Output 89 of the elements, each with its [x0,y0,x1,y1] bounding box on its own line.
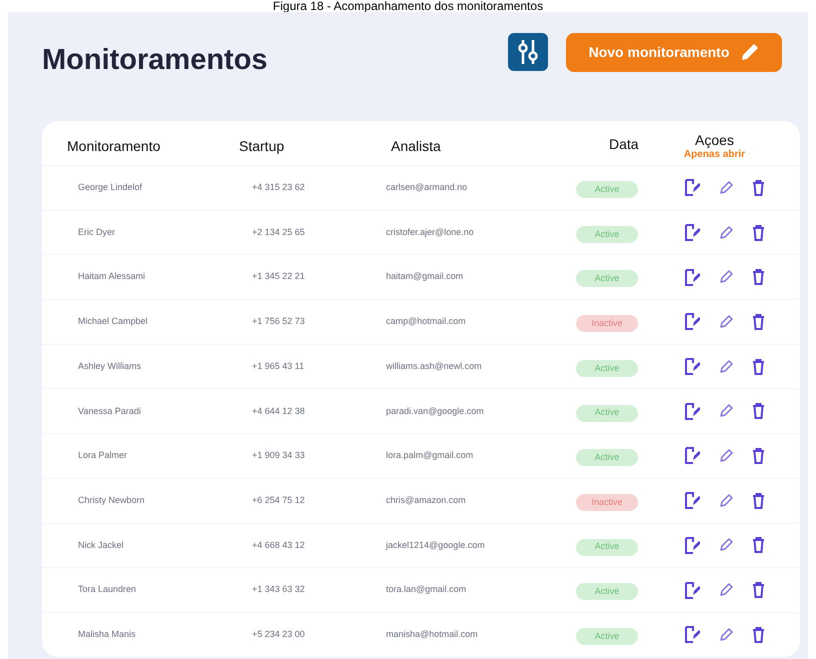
table-cell-text: Eric Dyer [78,226,116,239]
table-cell-text: camp@hotmail.com [385,315,467,328]
column-header: Data [608,134,640,154]
status-pill: Active [576,181,638,198]
status-pill: Inactive [576,315,638,332]
table-cell-text: manisha@hotmail.com [385,628,479,641]
status-pill: Active [576,404,638,422]
table-cell-text: jackel1214@google.com [384,538,486,552]
column-header: Monitoramento [67,136,162,156]
status-pill: Active [576,360,638,377]
pencil-icon[interactable] [719,314,733,329]
document-edit-icon[interactable] [684,582,700,599]
pencil-icon[interactable] [719,494,733,508]
table-cell-text: +6 254 75 12 [251,494,306,507]
trash-icon[interactable] [752,582,765,598]
document-edit-icon[interactable] [684,179,700,196]
document-edit-icon[interactable] [684,626,700,644]
table-cell-text: +1 965 43 11 [251,360,306,373]
trash-icon[interactable] [752,492,765,509]
document-edit-icon[interactable] [684,268,700,286]
pencil-icon[interactable] [719,360,733,374]
pencil-icon[interactable] [719,180,733,195]
pencil-icon[interactable] [719,628,733,642]
table-cell-text: +1 756 52 73 [251,315,306,328]
table-cell-text: cristofer.ajer@lone.no [385,226,475,239]
pencil-icon[interactable] [719,448,733,463]
status-pill: Active [576,449,638,466]
table-cell-text: Christy Newborn [78,494,146,507]
trash-icon[interactable] [752,358,765,375]
new-monitoring-button[interactable]: Novo monitoramento [566,32,782,72]
table-cell-text: Vanessa Paradi [78,404,142,418]
status-pill: Active [576,270,638,288]
trash-icon[interactable] [752,403,765,420]
table-cell-text: williams.ash@newl.com [385,360,483,373]
table-cell-text: +1 343 63 32 [251,583,306,596]
actions-hint: Apenas abrir [684,148,746,160]
column-header: Startup [239,136,286,156]
status-pill: Active [576,538,638,556]
pencil-icon[interactable] [719,226,733,240]
document-edit-icon[interactable] [684,492,700,510]
trash-icon[interactable] [752,626,765,643]
document-edit-icon[interactable] [684,402,700,420]
table-cell-text: +4 668 43 12 [251,538,306,552]
document-edit-icon[interactable] [684,313,700,330]
trash-icon[interactable] [752,269,765,286]
table-cell-text: carlsen@armand.no [385,181,468,194]
filter-button[interactable] [508,33,548,71]
document-edit-icon[interactable] [684,224,700,242]
table-cell-text: Malisha Manis [78,628,137,641]
table-cell-text: Haitam Alessami [78,270,146,284]
column-header: Açoes [695,132,734,148]
column-header: Analista [390,136,442,156]
pencil-icon[interactable] [719,583,733,598]
table-cell-text: Tora Laundren [78,583,138,596]
document-edit-icon[interactable] [684,358,700,376]
page-title: Monitoramentos [42,43,268,78]
table-cell-text: haitam@gmail.com [385,270,464,284]
table-cell-text: George Lindelof [78,181,144,194]
sliders-icon [516,38,540,66]
trash-icon[interactable] [752,448,765,464]
table-cell-text: +2 134 25 65 [251,226,306,239]
document-edit-icon[interactable] [684,447,700,464]
table-cell-text: lora.palm@gmail.com [385,449,474,462]
table-cell-text: +5 234 23 00 [251,628,306,641]
status-pill: Active [576,583,638,600]
pencil-icon[interactable] [719,404,733,418]
document-edit-icon[interactable] [684,536,700,554]
table-cell-text: Ashley Williams [78,360,142,373]
table-cell-text: Nick Jackel [78,538,125,552]
status-pill: Inactive [576,494,638,511]
table-cell-text: Michael Campbel [78,315,149,328]
pencil-icon[interactable] [719,538,733,552]
pencil-icon [741,43,760,61]
table-cell-text: chris@amazon.com [385,494,467,507]
table-cell-text: tora.lan@gmail.com [385,583,468,596]
trash-icon[interactable] [752,314,765,330]
status-pill: Active [576,226,638,243]
status-pill: Active [576,628,638,645]
trash-icon[interactable] [752,180,765,196]
table-cell-text: Lora Palmer [78,449,128,462]
trash-icon[interactable] [752,537,765,554]
pencil-icon[interactable] [719,270,733,284]
trash-icon[interactable] [752,224,765,241]
table-cell-text: +1 345 22 21 [251,270,306,284]
table-cell-text: +1 909 34 33 [251,449,306,462]
table-cell-text: +4 644 12 38 [251,404,306,418]
table-cell-text: +4 315 23 62 [251,181,306,194]
table-cell-text: paradi.van@google.com [385,404,485,418]
figure-caption: Figura 18 - Acompanhamento dos monitoramentos [272,0,544,12]
